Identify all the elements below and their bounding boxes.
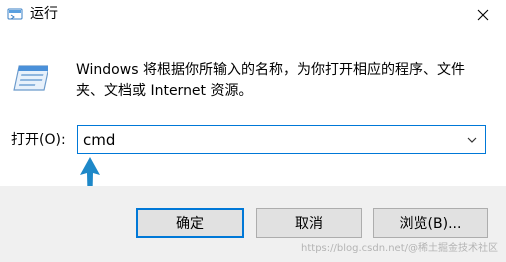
run-dialog: 运行 Windows 将根据你所输入的名称，为你打开相应的程序、文件夹、文档或 … <box>0 0 506 262</box>
description-text: Windows 将根据你所输入的名称，为你打开相应的程序、文件夹、文档或 Int… <box>76 62 465 99</box>
watermark: https://blog.csdn.net/@稀土掘金技术社区 <box>301 243 498 254</box>
close-button[interactable] <box>460 0 506 30</box>
run-program-icon <box>13 65 48 91</box>
window-title: 运行 <box>30 6 58 22</box>
chevron-down-icon <box>467 137 477 143</box>
ok-button[interactable]: 确定 <box>136 208 244 238</box>
title-bar[interactable]: 运行 <box>0 0 506 30</box>
command-input[interactable] <box>81 128 451 151</box>
browse-button[interactable]: 浏览(B)... <box>373 208 488 238</box>
command-combobox[interactable] <box>77 125 486 154</box>
open-label: 打开(O): <box>11 132 66 148</box>
cancel-button[interactable]: 取消 <box>256 208 362 238</box>
run-app-icon <box>7 8 23 20</box>
close-icon <box>477 9 489 21</box>
combobox-dropdown-button[interactable] <box>459 126 485 153</box>
